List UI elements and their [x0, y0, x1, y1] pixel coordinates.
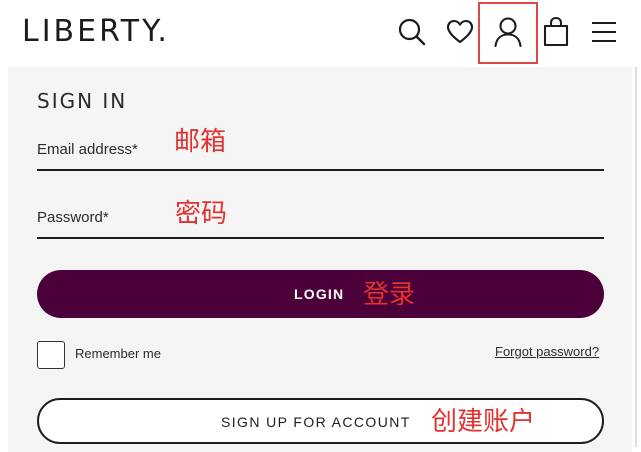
password-field[interactable]	[37, 237, 604, 239]
heart-icon[interactable]	[443, 14, 477, 50]
account-highlight-box	[478, 2, 538, 64]
shopping-bag-icon[interactable]	[539, 14, 573, 50]
email-annotation: 邮箱	[174, 127, 227, 157]
menu-icon[interactable]	[587, 14, 621, 50]
liberty-logo[interactable]: LIBERTY.	[22, 14, 170, 50]
forgot-password-link[interactable]: Forgot password?	[495, 344, 599, 360]
search-icon[interactable]	[395, 14, 429, 50]
signup-annotation: 创建账户	[431, 407, 536, 437]
login-button-label[interactable]: LOGIN	[294, 285, 344, 303]
site-header: LIBERTY.	[0, 0, 641, 67]
signup-button-label[interactable]: SIGN UP FOR ACCOUNT	[221, 413, 411, 431]
page-scrollbar[interactable]	[632, 67, 641, 452]
email-field[interactable]	[37, 169, 604, 171]
remember-me-label[interactable]: Remember me	[75, 346, 161, 362]
password-annotation: 密码	[175, 199, 228, 229]
remember-me-checkbox[interactable]	[37, 341, 65, 369]
signin-panel	[8, 67, 632, 452]
password-label: Password*	[37, 209, 109, 226]
email-label: Email address*	[37, 141, 138, 158]
login-annotation: 登录	[363, 280, 416, 310]
page-title: SIGN IN	[37, 89, 128, 113]
